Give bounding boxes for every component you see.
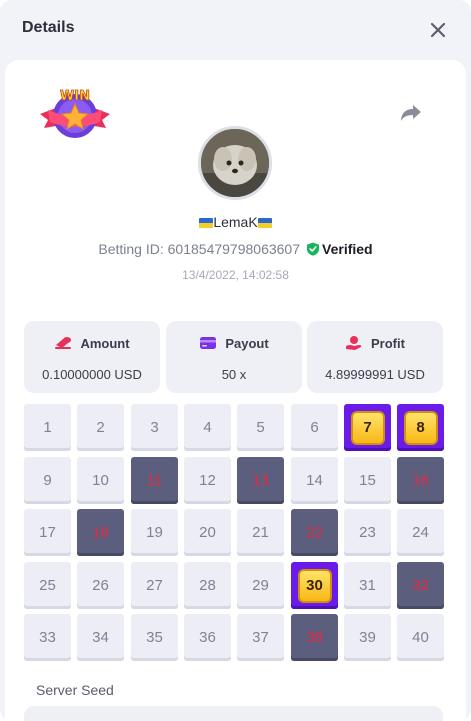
grid-tile-miss: 38 bbox=[291, 614, 338, 661]
stat-profit: Profit 4.89999991 USD bbox=[307, 321, 443, 393]
grid-tile-normal: 20 bbox=[184, 509, 231, 556]
grid-tile-normal: 34 bbox=[77, 614, 124, 661]
server-seed-field bbox=[24, 706, 443, 721]
grid-tile-normal: 3 bbox=[131, 404, 178, 451]
win-badge: WIN bbox=[38, 88, 112, 140]
stat-amount-label: Amount bbox=[80, 336, 130, 351]
grid-tile-normal: 40 bbox=[397, 614, 444, 661]
username: LemaK bbox=[213, 214, 258, 230]
grid-tile-normal: 17 bbox=[24, 509, 71, 556]
grid-tile-miss: 18 bbox=[77, 509, 124, 556]
close-button[interactable] bbox=[426, 18, 450, 42]
modal-title: Details bbox=[22, 19, 75, 36]
grid-tile-normal: 14 bbox=[291, 457, 338, 504]
stats-row: Amount 0.10000000 USD Payout 50 x Profit bbox=[24, 321, 443, 393]
stat-payout-value: 50 x bbox=[221, 367, 247, 382]
share-button[interactable] bbox=[398, 100, 424, 126]
grid-tile-normal: 24 bbox=[397, 509, 444, 556]
username-row: LemaK bbox=[0, 214, 471, 234]
betting-id-value: 60185479798063607 bbox=[167, 241, 301, 257]
grid-tile-miss: 11 bbox=[131, 457, 178, 504]
grid-tile-normal: 27 bbox=[131, 562, 178, 609]
grid-tile-normal: 39 bbox=[344, 614, 391, 661]
grid-tile-normal: 6 bbox=[291, 404, 338, 451]
betting-id-row: Betting ID: 60185479798063607 Verified bbox=[0, 241, 471, 261]
hit-gem: 30 bbox=[297, 568, 332, 603]
grid-tile-normal: 12 bbox=[184, 457, 231, 504]
grid-tile-normal: 23 bbox=[344, 509, 391, 556]
hit-gem: 7 bbox=[350, 410, 385, 445]
grid-tile-normal: 4 bbox=[184, 404, 231, 451]
grid-tile-normal: 37 bbox=[237, 614, 284, 661]
avatar bbox=[198, 126, 272, 200]
keno-grid: 1 2 3 4 5 6 7 8 9 10 11 12 13 14 15 16 17 18 19 20 21 22 23 24 2… bbox=[24, 404, 444, 664]
grid-tile-normal: 28 bbox=[184, 562, 231, 609]
betting-id-label: Betting ID: bbox=[98, 241, 164, 257]
grid-tile-miss: 16 bbox=[397, 457, 444, 504]
grid-tile-hit: 30 bbox=[291, 562, 338, 609]
server-seed-label: Server Seed bbox=[36, 682, 114, 698]
grid-tile-normal: 33 bbox=[24, 614, 71, 661]
stat-payout: Payout 50 x bbox=[166, 321, 302, 393]
grid-tile-normal: 21 bbox=[237, 509, 284, 556]
win-badge-text: WIN bbox=[60, 89, 90, 104]
stat-payout-label: Payout bbox=[225, 336, 269, 351]
hand-coin-icon bbox=[346, 336, 362, 350]
verified-label: Verified bbox=[322, 241, 373, 257]
stat-profit-label: Profit bbox=[371, 336, 405, 351]
ukraine-flag-icon bbox=[257, 218, 272, 228]
grid-tile-miss: 13 bbox=[237, 457, 284, 504]
grid-tile-normal: 5 bbox=[237, 404, 284, 451]
hit-gem: 8 bbox=[403, 410, 438, 445]
grid-tile-normal: 1 bbox=[24, 404, 71, 451]
grid-tile-normal: 2 bbox=[77, 404, 124, 451]
grid-tile-hit: 8 bbox=[397, 404, 444, 451]
wallet-icon bbox=[200, 337, 217, 349]
grid-tile-normal: 19 bbox=[131, 509, 178, 556]
grid-tile-normal: 9 bbox=[24, 457, 71, 504]
share-icon bbox=[401, 105, 421, 121]
stat-profit-value: 4.89999991 USD bbox=[325, 367, 425, 382]
coins-icon bbox=[55, 337, 72, 349]
grid-tile-normal: 36 bbox=[184, 614, 231, 661]
grid-tile-hit: 7 bbox=[344, 404, 391, 451]
grid-tile-normal: 31 bbox=[344, 562, 391, 609]
stat-amount-value: 0.10000000 USD bbox=[42, 367, 142, 382]
bet-timestamp: 13/4/2022, 14:02:58 bbox=[182, 268, 289, 282]
grid-tile-miss: 22 bbox=[291, 509, 338, 556]
grid-tile-normal: 29 bbox=[237, 562, 284, 609]
grid-tile-normal: 15 bbox=[344, 457, 391, 504]
grid-tile-miss: 32 bbox=[397, 562, 444, 609]
modal-header: Details bbox=[0, 0, 471, 60]
ukraine-flag-icon bbox=[199, 218, 214, 228]
grid-tile-normal: 25 bbox=[24, 562, 71, 609]
grid-tile-normal: 35 bbox=[131, 614, 178, 661]
grid-tile-normal: 26 bbox=[77, 562, 124, 609]
grid-tile-normal: 10 bbox=[77, 457, 124, 504]
stat-amount: Amount 0.10000000 USD bbox=[24, 321, 160, 393]
close-icon bbox=[430, 22, 446, 38]
bet-details-modal: Details WIN LemaK Betting ID: 6018547979… bbox=[0, 0, 471, 721]
shield-check-icon bbox=[307, 242, 320, 256]
